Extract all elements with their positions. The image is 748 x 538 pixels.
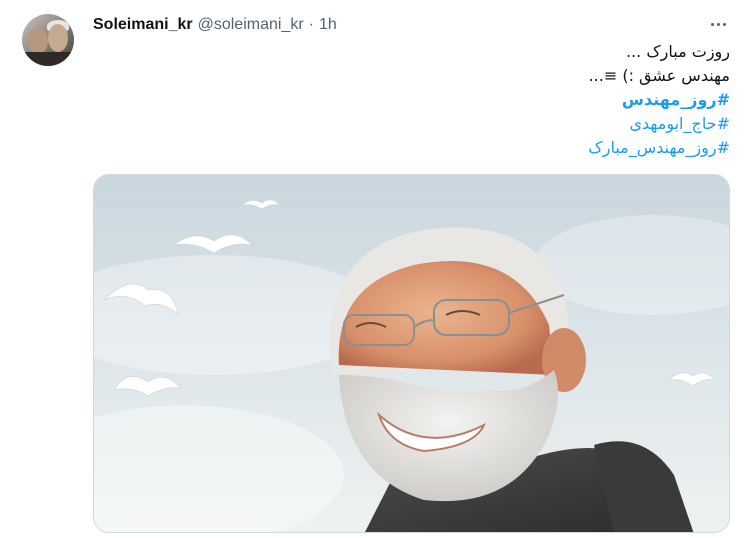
tweet-media-image[interactable]: [93, 174, 730, 533]
avatar-face-left: [28, 28, 48, 54]
tweet-header: Soleimani_kr @soleimani_kr · 1h: [93, 14, 337, 36]
separator-dot: ·: [308, 16, 314, 33]
author-handle[interactable]: @soleimani_kr: [198, 16, 304, 34]
hashtag-link-2[interactable]: #حاج_ابومهدی: [170, 112, 730, 136]
tweet-line-2: مهندس عشق :) ≡...: [588, 66, 730, 85]
author-name[interactable]: Soleimani_kr: [93, 16, 193, 34]
hashtag-link-1[interactable]: #روز_مهندس: [170, 88, 730, 112]
tweet-line-1: روزت مبارک ...: [626, 42, 730, 61]
tweet-card[interactable]: Soleimani_kr @soleimani_kr · 1h روزت مبا…: [0, 0, 748, 538]
avatar[interactable]: [22, 14, 74, 66]
avatar-body: [22, 52, 74, 66]
more-options-icon[interactable]: [706, 14, 730, 34]
timestamp[interactable]: 1h: [319, 16, 337, 34]
hashtag-link-3[interactable]: #روز_مهندس_مبارک: [170, 136, 730, 160]
tweet-text: روزت مبارک ... مهندس عشق :) ≡... #روز_مه…: [170, 40, 730, 160]
avatar-face-right: [48, 24, 68, 52]
